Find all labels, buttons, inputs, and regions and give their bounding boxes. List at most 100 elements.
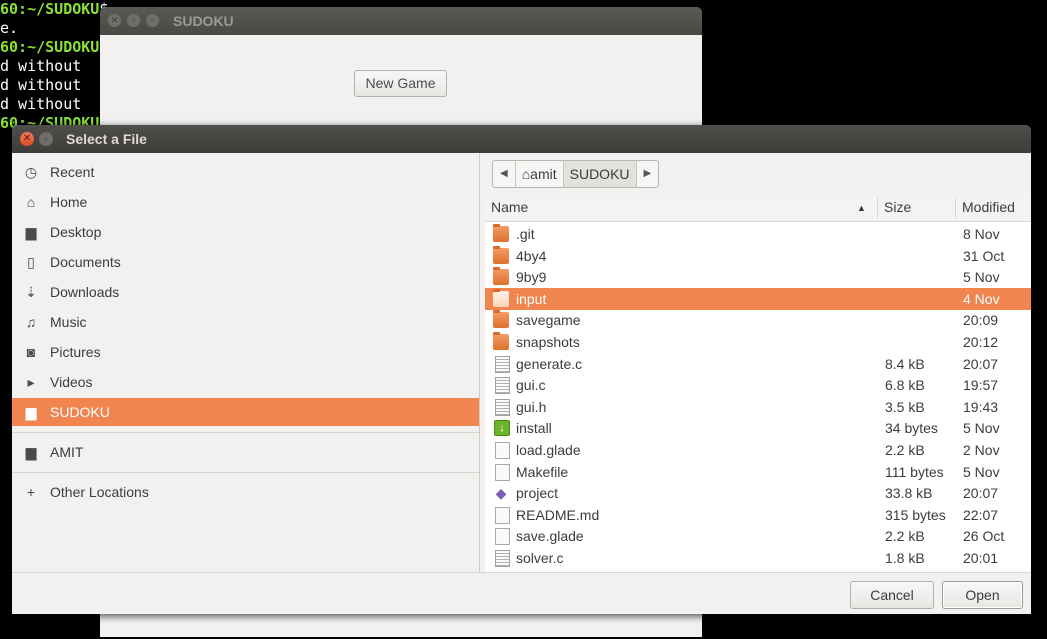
file-row[interactable]: README.md 315 bytes 22:07 (485, 504, 1031, 526)
file-row[interactable]: load.glade 2.2 kB 2 Nov (485, 439, 1031, 461)
sudoku-window-title: SUDOKU (173, 13, 234, 29)
file-row[interactable]: snapshots 20:12 (485, 331, 1031, 353)
path-home-label: amit (530, 166, 557, 182)
terminal-line: d without (0, 76, 110, 95)
file-row[interactable]: savegame 20:09 (485, 309, 1031, 331)
path-segment-current[interactable]: SUDOKU (563, 161, 637, 187)
column-divider[interactable] (877, 197, 878, 218)
file-modified: 19:57 (963, 377, 999, 394)
sidebar-item-desktop[interactable]: ▆ Desktop (12, 218, 479, 246)
sidebar-item-videos[interactable]: ▸ Videos (12, 368, 479, 396)
document-icon: ▯ (27, 254, 35, 270)
file-row[interactable]: ◆ project 33.8 kB 20:07 (485, 482, 1031, 504)
file-modified: 8 Nov (963, 226, 1000, 242)
path-segment-home[interactable]: ⌂amit (516, 161, 564, 187)
installer-icon: ↓ (494, 420, 510, 437)
sort-ascending-icon[interactable]: ▲ (857, 203, 866, 213)
sidebar-separator (12, 432, 479, 433)
file-row[interactable]: gui.h 3.5 kB 19:43 (485, 396, 1031, 418)
file-row[interactable]: generate.c 8.4 kB 20:07 (485, 353, 1031, 375)
download-icon: ⇣ (25, 284, 37, 300)
sidebar-item-label: Videos (50, 374, 93, 390)
file-name: generate.c (516, 355, 583, 372)
column-size-header[interactable]: Size (884, 194, 911, 221)
folder-icon (493, 224, 509, 242)
document-icon (495, 442, 510, 459)
column-divider[interactable] (955, 197, 956, 218)
sidebar-item-label: Pictures (50, 344, 101, 360)
sidebar-item-downloads[interactable]: ⇣ Downloads (12, 278, 479, 306)
file-modified: 20:01 (963, 550, 999, 566)
column-name-header[interactable]: Name (491, 194, 528, 221)
home-icon: ⌂ (26, 194, 36, 210)
sidebar-item-label: SUDOKU (50, 404, 110, 420)
document-icon (495, 506, 510, 524)
file-row[interactable]: Makefile 111 bytes 5 Nov (485, 461, 1031, 483)
terminal-text: e. (0, 19, 19, 37)
sidebar-item-label: Other Locations (50, 484, 149, 500)
sidebar-item-label: AMIT (50, 444, 84, 460)
select-file-dialog: ✕ ▫ Select a File ◷ Recent ⌂ Home ▆ Desktop ▯ D… (12, 125, 1031, 614)
folder-icon: ▆ (25, 224, 37, 240)
file-modified: 20:07 (963, 485, 999, 502)
file-name: save.glade (516, 528, 584, 545)
file-modified: 4 Nov (963, 290, 1000, 307)
file-row[interactable]: .git 8 Nov (485, 223, 1031, 245)
file-row[interactable]: ↓ install 34 bytes 5 Nov (485, 417, 1031, 439)
sidebar-item-recent[interactable]: ◷ Recent (12, 158, 479, 186)
path-back-icon[interactable]: ◀ (493, 161, 516, 187)
terminal-text: d without (0, 76, 82, 94)
path-forward-icon[interactable]: ▶ (637, 161, 659, 187)
sidebar-item-other-locations[interactable]: + Other Locations (12, 478, 479, 506)
terminal-line: 60:~/SUDOKU$ (0, 38, 110, 57)
new-game-button[interactable]: New Game (354, 70, 447, 97)
file-size: 111 bytes (885, 463, 944, 480)
file-size: 1.8 kB (885, 550, 925, 566)
file-name: .git (516, 226, 535, 242)
column-modified-header[interactable]: Modified (962, 194, 1015, 221)
close-icon[interactable]: ✕ (20, 132, 34, 146)
minimize-icon[interactable]: ▫ (39, 132, 53, 146)
cancel-button[interactable]: Cancel (850, 581, 934, 609)
document-icon (495, 528, 510, 546)
file-row[interactable]: save.glade 2.2 kB 26 Oct (485, 525, 1031, 547)
file-name: Makefile (516, 463, 569, 480)
terminal-line: e. (0, 19, 110, 38)
file-name: savegame (516, 312, 581, 329)
video-icon: ▸ (27, 374, 35, 390)
sidebar-item-sudoku[interactable]: ▆ SUDOKU (12, 398, 479, 426)
terminal-line: d without (0, 95, 110, 114)
file-modified: 5 Nov (963, 463, 1000, 480)
executable-icon: ◆ (495, 485, 507, 502)
sidebar-item-pictures[interactable]: ◙ Pictures (12, 338, 479, 366)
sidebar-item-label: Downloads (50, 284, 120, 300)
sidebar-item-amit[interactable]: ▆ AMIT (12, 438, 479, 466)
file-modified: 19:43 (963, 398, 999, 415)
open-button[interactable]: Open (942, 581, 1023, 609)
path-bar: ◀ ⌂amit SUDOKU ▶ (492, 160, 660, 188)
file-row[interactable]: input 4 Nov (485, 287, 1031, 310)
close-icon[interactable]: ✕ (108, 14, 121, 27)
file-row[interactable]: 4by4 31 Oct (485, 245, 1031, 267)
sidebar-item-music[interactable]: ♫ Music (12, 308, 479, 336)
file-modified: 5 Nov (963, 269, 1000, 286)
sudoku-titlebar: ✕ ▫ ▫ SUDOKU (100, 7, 702, 35)
sidebar-item-label: Recent (50, 164, 95, 180)
terminal-prompt: 60:~/SUDOKU (0, 38, 100, 56)
minimize-icon[interactable]: ▫ (127, 14, 140, 27)
file-name: load.glade (516, 442, 581, 458)
terminal-line: d without (0, 57, 110, 76)
sidebar-item-label: Music (50, 314, 87, 330)
file-row[interactable]: solver.c 1.8 kB 20:01 (485, 547, 1031, 569)
terminal-text: d without (0, 57, 82, 75)
maximize-icon[interactable]: ▫ (146, 14, 159, 27)
file-modified: 20:09 (963, 312, 999, 329)
sidebar-item-documents[interactable]: ▯ Documents (12, 248, 479, 276)
file-name: 4by4 (516, 247, 547, 264)
sidebar-item-home[interactable]: ⌂ Home (12, 188, 479, 216)
camera-icon: ◙ (26, 344, 36, 360)
file-modified: 26 Oct (963, 528, 1005, 545)
file-list: Name ▲ Size Modified .git 8 Nov 4by4 31 Oct… (485, 194, 1031, 572)
file-row[interactable]: gui.c 6.8 kB 19:57 (485, 374, 1031, 396)
file-row[interactable]: 9by9 5 Nov (485, 266, 1031, 288)
